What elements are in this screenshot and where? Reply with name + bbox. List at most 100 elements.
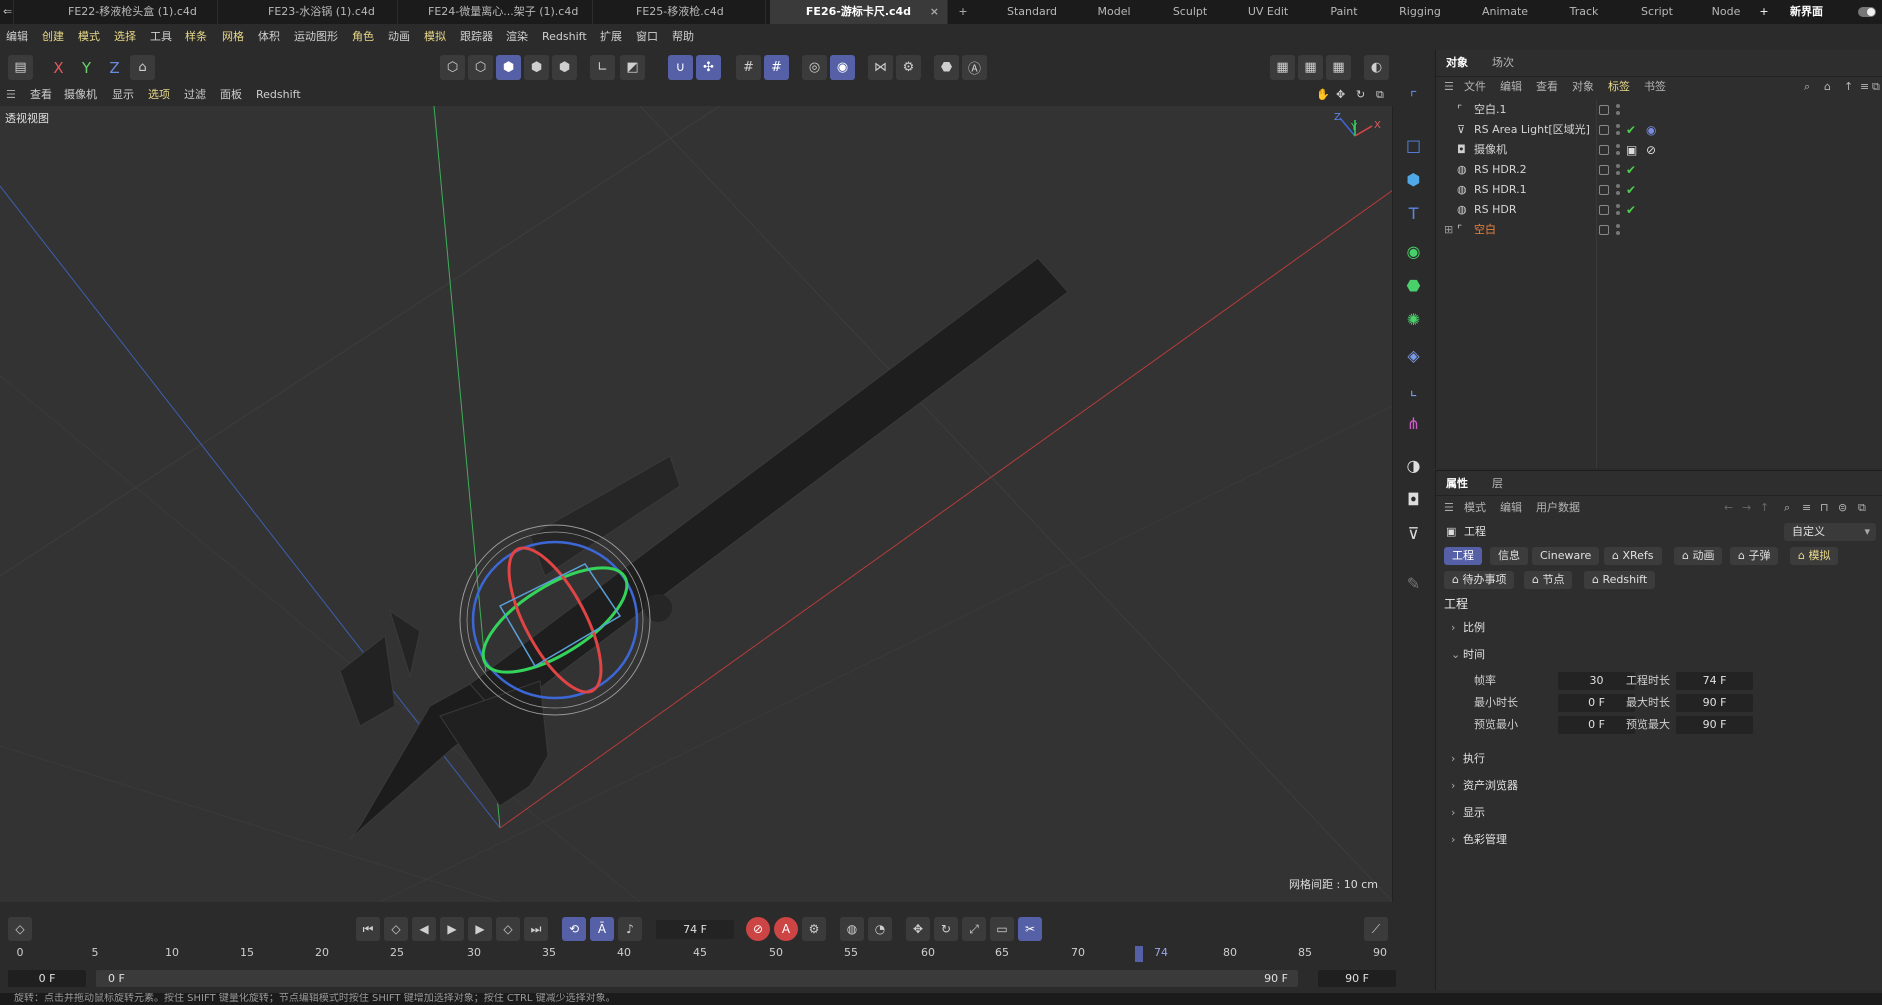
- text-icon[interactable]: T: [1400, 200, 1427, 227]
- object-row-null-1[interactable]: ⌜ 空白.1: [1444, 100, 1874, 120]
- menu-help[interactable]: 帮助: [672, 24, 694, 50]
- doc-tab-fe26-active[interactable]: FE26-游标卡尺.c4d ×: [770, 0, 948, 24]
- field-icon[interactable]: ⌞: [1400, 376, 1427, 403]
- duration-field[interactable]: 74 F: [1676, 672, 1753, 690]
- doc-tab-fe24[interactable]: FE24-微量离心...架子 (1).c4d: [418, 0, 593, 24]
- prev-key-icon[interactable]: ◇: [384, 917, 408, 941]
- pan-icon[interactable]: ✋: [1316, 84, 1330, 106]
- render-picture-viewer-icon[interactable]: ▦: [1298, 55, 1323, 80]
- model-mode-icon[interactable]: ⬢: [524, 55, 549, 80]
- check-icon[interactable]: ✔: [1626, 182, 1636, 198]
- rotate-view-icon[interactable]: ↻: [1356, 84, 1365, 106]
- filter-icon[interactable]: ≡: [1860, 78, 1869, 96]
- symmetry-icon[interactable]: ⋈: [868, 55, 893, 80]
- object-row-hdr-1[interactable]: ◍ RS HDR.1 ✔: [1444, 180, 1874, 200]
- search-icon[interactable]: ⌕: [1784, 499, 1790, 517]
- move-view-icon[interactable]: ✥: [1336, 84, 1345, 106]
- play-mode-icon[interactable]: Ā: [590, 917, 614, 941]
- render-dots-icon[interactable]: [1616, 103, 1620, 117]
- layout-tab-uv-edit[interactable]: UV Edit: [1238, 0, 1298, 24]
- check-icon[interactable]: ✔: [1626, 202, 1636, 218]
- lighting-icon[interactable]: ◐: [1364, 55, 1389, 80]
- tab-todo[interactable]: ⌂ 待办事项: [1444, 571, 1515, 589]
- section-asset-browser[interactable]: › 资产浏览器: [1451, 777, 1518, 795]
- grid-snap-icon[interactable]: #: [764, 55, 789, 80]
- fps-field[interactable]: 30: [1558, 672, 1635, 690]
- keyframe-diamond-icon[interactable]: ◇: [8, 917, 32, 941]
- menu-animation[interactable]: 动画: [388, 24, 410, 50]
- redshift-icon[interactable]: Ⓐ: [962, 55, 987, 80]
- select-tool-icon[interactable]: ⌜: [1400, 84, 1427, 111]
- maximize-view-icon[interactable]: ⧉: [1376, 84, 1384, 106]
- grid-icon[interactable]: #: [736, 55, 761, 80]
- y-axis-lock-button[interactable]: Y: [74, 55, 99, 80]
- tab-takes[interactable]: 场次: [1492, 54, 1514, 72]
- object-row-null[interactable]: ⊞ ⌜ 空白: [1444, 220, 1874, 240]
- check-icon[interactable]: ✔: [1626, 122, 1636, 138]
- new-window-icon[interactable]: ⧉: [1858, 499, 1866, 517]
- menu-character[interactable]: 角色: [352, 24, 374, 50]
- timeline-ruler[interactable]: 0 5 10 15 20 25 30 35 40 45 50 55 60 65 …: [0, 946, 1393, 966]
- viewport-menu-filter[interactable]: 过滤: [184, 84, 206, 106]
- arrow-up-icon[interactable]: ↑: [1760, 499, 1769, 517]
- close-icon[interactable]: ×: [930, 0, 939, 24]
- auto-key-icon[interactable]: A: [774, 917, 798, 941]
- menu-volume[interactable]: 体积: [258, 24, 280, 50]
- menu-tracker[interactable]: 跟踪器: [460, 24, 493, 50]
- key-rotation-icon[interactable]: ◔: [868, 917, 892, 941]
- edit-icon[interactable]: ✎: [1400, 570, 1427, 597]
- tab-objects[interactable]: 对象: [1446, 54, 1468, 72]
- hamburger-icon[interactable]: ☰: [1444, 78, 1454, 96]
- tab-redshift[interactable]: ⌂ Redshift: [1584, 571, 1656, 589]
- layout-tab-node[interactable]: Node: [1706, 0, 1746, 24]
- search-icon[interactable]: ⌕: [1804, 78, 1810, 96]
- add-layout-button[interactable]: +: [1756, 0, 1772, 24]
- loop-icon[interactable]: ⟲: [562, 917, 586, 941]
- cube-icon[interactable]: ⬢: [1400, 166, 1427, 193]
- visibility-checkbox[interactable]: [1599, 165, 1609, 175]
- add-document-button[interactable]: +: [956, 0, 970, 24]
- obj-menu-tags[interactable]: 标签: [1608, 78, 1630, 96]
- tab-simulation[interactable]: ⌂ 模拟: [1790, 547, 1839, 565]
- solo-icon[interactable]: ◩: [620, 55, 645, 80]
- preview-min-field[interactable]: 0 F: [1558, 716, 1635, 734]
- min-time-field[interactable]: 0 F: [1558, 694, 1635, 712]
- prev-frame-icon[interactable]: ◀: [412, 917, 436, 941]
- camera-icon[interactable]: ◘: [1400, 486, 1427, 513]
- sky-icon[interactable]: ◑: [1400, 452, 1427, 479]
- layout-tab-rigging[interactable]: Rigging: [1390, 0, 1450, 24]
- render-dots-icon[interactable]: [1616, 123, 1620, 137]
- edges-mode-icon[interactable]: ⬡: [468, 55, 493, 80]
- tab-cineware[interactable]: Cineware: [1532, 547, 1600, 565]
- deformer-icon[interactable]: ◈: [1400, 342, 1427, 369]
- visibility-checkbox[interactable]: [1599, 145, 1609, 155]
- section-color-management[interactable]: › 色彩管理: [1451, 831, 1507, 849]
- next-key-icon[interactable]: ◇: [496, 917, 520, 941]
- workplane-icon[interactable]: ∟: [590, 55, 615, 80]
- scale-key-icon[interactable]: ⤢: [962, 917, 986, 941]
- next-frame-icon[interactable]: ▶: [468, 917, 492, 941]
- render-settings-icon[interactable]: ▦: [1326, 55, 1351, 80]
- generator-icon[interactable]: ◉: [1400, 238, 1427, 265]
- obj-menu-file[interactable]: 文件: [1464, 78, 1486, 96]
- menu-mode[interactable]: 模式: [78, 24, 100, 50]
- object-row-hdr-2[interactable]: ◍ RS HDR.2 ✔: [1444, 160, 1874, 180]
- viewport-menu-options[interactable]: 选项: [148, 84, 170, 106]
- undo-archive-icon[interactable]: ▤: [8, 55, 33, 80]
- obj-menu-object[interactable]: 对象: [1572, 78, 1594, 96]
- compositing-tag-icon[interactable]: ⊘: [1646, 142, 1656, 158]
- target-tag-icon[interactable]: ◉: [1646, 122, 1656, 138]
- object-row-camera[interactable]: ◘ 摄像机 ▣ ⊘: [1444, 140, 1874, 160]
- pla-key-icon[interactable]: ✂: [1018, 917, 1042, 941]
- menu-window[interactable]: 窗口: [636, 24, 658, 50]
- menu-tools[interactable]: 工具: [150, 24, 172, 50]
- menu-edit[interactable]: 编辑: [6, 24, 28, 50]
- visibility-checkbox[interactable]: [1599, 225, 1609, 235]
- object-row-area-light[interactable]: ⊽ RS Area Light[区域光] ✔ ◉: [1444, 120, 1874, 140]
- menu-extensions[interactable]: 扩展: [600, 24, 622, 50]
- snap-icon[interactable]: ∪: [668, 55, 693, 80]
- current-frame-field[interactable]: 74 F: [656, 920, 734, 939]
- sound-icon[interactable]: ♪: [618, 917, 642, 941]
- z-axis-lock-button[interactable]: Z: [102, 55, 127, 80]
- key-position-icon[interactable]: ◍: [840, 917, 864, 941]
